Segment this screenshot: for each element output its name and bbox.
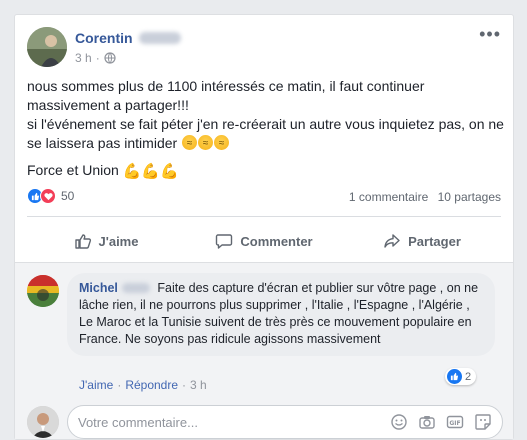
- svg-text:GIF: GIF: [449, 420, 460, 427]
- post-meta: 3 h ·: [75, 51, 116, 65]
- share-button[interactable]: Partager: [343, 226, 501, 256]
- author-first-name[interactable]: Corentin: [75, 30, 133, 46]
- comments-count-link[interactable]: 1 commentaire: [349, 190, 428, 204]
- comments-section: Michel Faite des capture d'écran et publ…: [15, 262, 513, 439]
- comment-author[interactable]: Michel: [79, 281, 118, 295]
- comment-icon: [216, 234, 233, 249]
- angry-face-emoji: [198, 134, 214, 153]
- comment-actions: J'aime · Répondre · 3 h: [79, 378, 207, 392]
- angry-face-emoji: [214, 134, 230, 153]
- post-body: nous sommes plus de 1100 intéressés ce m…: [27, 77, 507, 181]
- author-name[interactable]: Corentin: [75, 30, 181, 46]
- post-time[interactable]: 3 h: [75, 51, 92, 65]
- comment-reply-link[interactable]: Répondre: [125, 378, 178, 392]
- love-reaction-icon: [40, 188, 56, 204]
- meta-separator: ·: [95, 51, 100, 65]
- sticker-icon[interactable]: [474, 413, 492, 431]
- emoji-icon[interactable]: [390, 413, 408, 431]
- comment-bubble: Michel Faite des capture d'écran et publ…: [67, 273, 495, 356]
- divider: [27, 216, 501, 217]
- comment-reactions[interactable]: 2: [445, 368, 477, 385]
- globe-icon[interactable]: [104, 52, 116, 64]
- thumbs-up-icon: [74, 234, 91, 249]
- post-paragraph-3-text: Force et Union: [27, 162, 119, 178]
- composer-tools: GIF: [390, 413, 492, 431]
- post-card: Corentin 3 h · ••• nous sommes plus de 1…: [14, 14, 514, 440]
- comment-label: Commenter: [240, 233, 313, 249]
- comment-like-link[interactable]: J'aime: [79, 378, 113, 392]
- gif-icon[interactable]: GIF: [446, 413, 464, 431]
- angry-face-emoji: [182, 134, 198, 153]
- blurred-surname: [138, 32, 181, 44]
- share-arrow-icon: [384, 234, 400, 248]
- separator: ·: [182, 378, 187, 392]
- reactions-summary[interactable]: 50: [27, 188, 74, 204]
- post-paragraph-2: si l'événement se fait péter j'en re-cré…: [27, 115, 507, 153]
- post-paragraph-3: Force et Union 💪💪💪: [27, 161, 507, 181]
- like-reaction-icon: [447, 369, 462, 384]
- comment-button[interactable]: Commenter: [185, 226, 343, 256]
- comment-time[interactable]: 3 h: [190, 378, 207, 392]
- shares-count-link[interactable]: 10 partages: [438, 190, 501, 204]
- commenter-avatar[interactable]: [27, 275, 59, 307]
- post-paragraph-1: nous sommes plus de 1100 intéressés ce m…: [27, 78, 425, 113]
- blurred-surname: [121, 283, 150, 293]
- flexed-biceps-emoji: 💪💪💪: [122, 163, 179, 180]
- post-actions: J'aime Commenter Partager: [27, 226, 501, 256]
- author-avatar[interactable]: [27, 27, 67, 67]
- comment-like-count: 2: [465, 370, 472, 383]
- more-options-icon[interactable]: •••: [479, 25, 501, 43]
- camera-icon[interactable]: [418, 413, 436, 431]
- reaction-count[interactable]: 50: [61, 189, 74, 203]
- post-paragraph-2-text: si l'événement se fait péter j'en re-cré…: [27, 116, 504, 151]
- engagement-counts: 1 commentaire 10 partages: [349, 190, 501, 204]
- comment-input[interactable]: [78, 414, 390, 430]
- share-label: Partager: [408, 233, 461, 249]
- comment-composer[interactable]: GIF: [67, 405, 503, 439]
- like-button[interactable]: J'aime: [27, 226, 185, 256]
- current-user-avatar[interactable]: [27, 406, 59, 438]
- separator: ·: [117, 378, 122, 392]
- like-label: J'aime: [98, 233, 139, 249]
